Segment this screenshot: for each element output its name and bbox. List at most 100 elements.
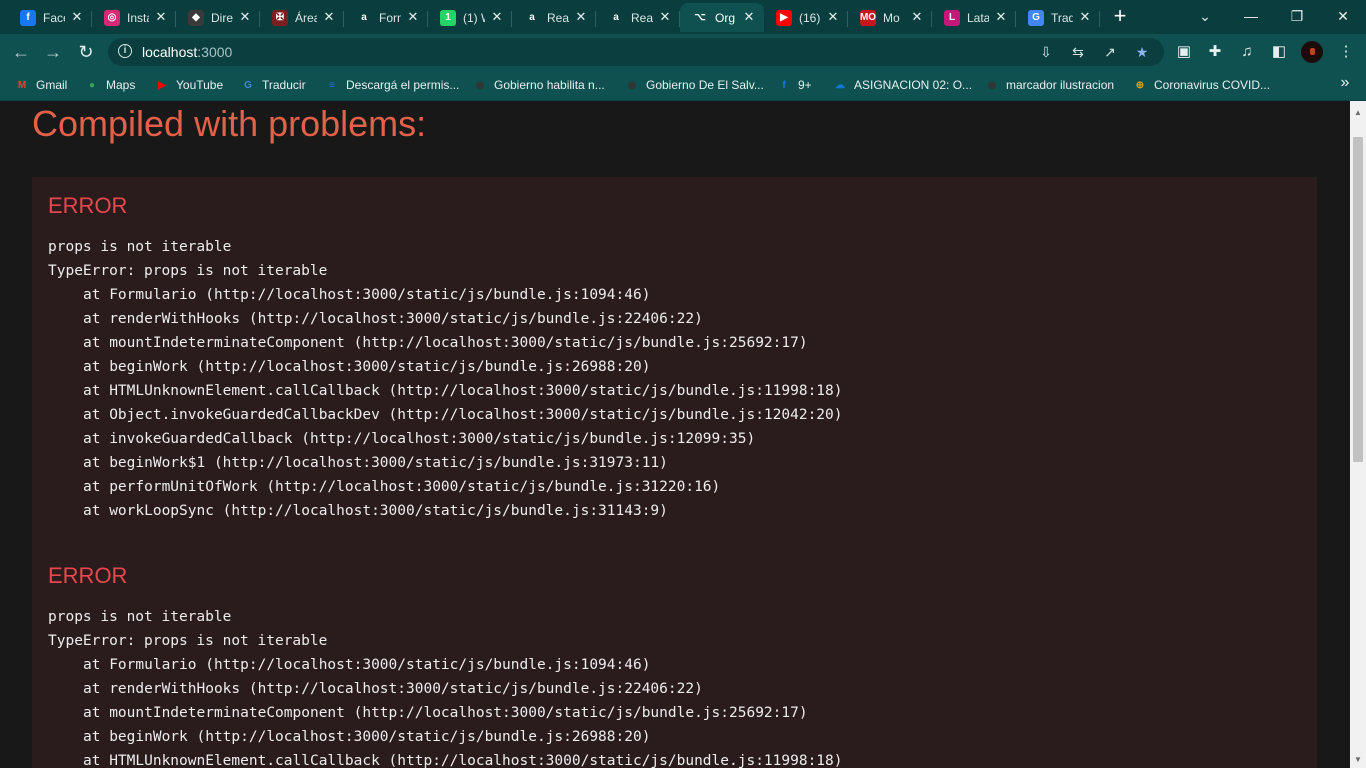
- stack-frame-line: at beginWork (http://localhost:3000/stat…: [83, 729, 651, 745]
- minimize-button[interactable]: —: [1228, 0, 1274, 32]
- tab-1[interactable]: ◎ Insta ✕: [92, 3, 176, 32]
- stack-frame-line: at HTMLUnknownElement.callCallback (http…: [83, 753, 843, 768]
- scroll-down-icon[interactable]: ▼: [1350, 752, 1366, 768]
- side-panel-icon[interactable]: ◧: [1269, 42, 1289, 62]
- tab-0[interactable]: f Face ✕: [8, 3, 92, 32]
- browser-toolbar: ← → ↻ i localhost:3000 ⇩ ⇆ ↗ ★ ▣ ✚ ♫ ◧ ⋮: [0, 34, 1366, 70]
- close-tab-icon[interactable]: ✕: [322, 9, 336, 25]
- tab-6[interactable]: a Rea ✕: [512, 3, 596, 32]
- bookmark-item[interactable]: ◉ Gobierno habilita n...: [472, 76, 605, 94]
- tab-title: Direc: [211, 10, 233, 25]
- error-type-line: TypeError: props is not iterable: [48, 263, 328, 279]
- globe-icon: ◉: [987, 79, 997, 91]
- close-tab-icon[interactable]: ✕: [1078, 9, 1092, 25]
- new-tab-button[interactable]: +: [1108, 4, 1132, 28]
- amino-icon: a: [608, 9, 624, 26]
- stack-frame-line: at Formulario (http://localhost:3000/sta…: [83, 657, 651, 673]
- error-block: ERROR props is not iterable TypeError: p…: [48, 563, 843, 768]
- bookmark-label: ASIGNACION 02: O...: [854, 78, 973, 92]
- media-router-icon[interactable]: ▣: [1174, 42, 1194, 62]
- scroll-up-icon[interactable]: ▲: [1350, 105, 1366, 121]
- maps-icon: ●: [88, 79, 96, 91]
- restore-button[interactable]: ❐: [1274, 0, 1320, 32]
- close-tab-icon[interactable]: ✕: [910, 9, 924, 25]
- close-tab-icon[interactable]: ✕: [406, 9, 420, 25]
- media-controls-icon[interactable]: ♫: [1237, 42, 1257, 62]
- translate-icon[interactable]: ⇆: [1070, 44, 1086, 60]
- tab-7[interactable]: a Rea ✕: [596, 3, 680, 32]
- stack-frame-line: at invokeGuardedCallback (http://localho…: [83, 431, 756, 447]
- forward-button[interactable]: →: [40, 39, 66, 65]
- bookmark-label: Gobierno habilita n...: [494, 78, 605, 92]
- youtube-icon: ▶: [776, 9, 792, 26]
- tab-10[interactable]: MO Mo ✕: [848, 3, 932, 32]
- stack-frame-line: at mountIndeterminateComponent (http://l…: [83, 335, 808, 351]
- close-tab-icon[interactable]: ✕: [490, 9, 504, 25]
- avatar[interactable]: [1301, 41, 1323, 63]
- amino-icon: a: [356, 9, 372, 26]
- tab-9[interactable]: ▶ (16) ✕: [764, 3, 848, 32]
- crest-icon: ✠: [272, 9, 288, 26]
- tab-11[interactable]: L Lata ✕: [932, 3, 1016, 32]
- bookmark-item[interactable]: G Traducir: [240, 76, 305, 94]
- bookmark-label: Descargá el permis...: [346, 78, 460, 92]
- bookmark-item[interactable]: f 9+: [776, 76, 811, 94]
- more-bookmarks-icon[interactable]: »: [1334, 74, 1356, 92]
- whatsapp-icon: 1: [440, 9, 456, 26]
- close-tab-icon[interactable]: ✕: [658, 9, 672, 25]
- tab-title: Face: [43, 10, 65, 25]
- stack-frame-line: at renderWithHooks (http://localhost:300…: [83, 311, 703, 327]
- bookmark-item[interactable]: M Gmail: [14, 76, 68, 94]
- close-tab-icon[interactable]: ✕: [742, 9, 756, 25]
- install-app-icon[interactable]: ⇩: [1038, 44, 1054, 60]
- close-tab-icon[interactable]: ✕: [154, 9, 168, 25]
- bookmark-item[interactable]: ☁ ASIGNACION 02: O...: [832, 76, 972, 94]
- error-message: props is not iterable: [48, 239, 232, 255]
- info-icon[interactable]: i: [118, 44, 132, 58]
- bookmark-item[interactable]: ● Maps: [84, 76, 135, 94]
- tab-4[interactable]: a Form ✕: [344, 3, 428, 32]
- window-close-button[interactable]: ✕: [1320, 0, 1366, 32]
- onedrive-icon: ☁: [835, 79, 845, 91]
- stack-frame-line: at performUnitOfWork (http://localhost:3…: [83, 479, 721, 495]
- tab-title: (1) W: [463, 10, 485, 25]
- tab-12[interactable]: G Trad ✕: [1016, 3, 1100, 32]
- menu-icon[interactable]: ⋮: [1336, 42, 1356, 62]
- bookmark-item[interactable]: ⊕ Coronavirus COVID...: [1132, 76, 1270, 94]
- scrollbar-thumb[interactable]: [1353, 137, 1363, 462]
- url-text[interactable]: localhost:3000: [142, 44, 232, 60]
- close-tab-icon[interactable]: ✕: [826, 9, 840, 25]
- stack-frame-line: at beginWork$1 (http://localhost:3000/st…: [83, 455, 668, 471]
- bookmarks-bar: M Gmail ● Maps ▶ YouTube G Traducir ≡ Descargá el…: [0, 70, 1366, 101]
- tab-8[interactable]: ⌥ Org ✕: [680, 3, 764, 32]
- tab-search-button[interactable]: ⌄: [1182, 0, 1228, 32]
- tab-3[interactable]: ✠ Área ✕: [260, 3, 344, 32]
- reload-button[interactable]: ↻: [73, 39, 99, 65]
- bookmark-item[interactable]: ▶ YouTube: [154, 76, 223, 94]
- close-tab-icon[interactable]: ✕: [238, 9, 252, 25]
- share-icon[interactable]: ↗: [1102, 44, 1118, 60]
- error-heading: ERROR: [48, 193, 128, 218]
- bookmark-item[interactable]: ◉ Gobierno De El Salv...: [624, 76, 764, 94]
- address-bar[interactable]: i localhost:3000 ⇩ ⇆ ↗ ★: [108, 38, 1164, 66]
- tab-title: Lata: [967, 10, 989, 25]
- close-tab-icon[interactable]: ✕: [70, 9, 84, 25]
- bookmark-star-icon[interactable]: ★: [1134, 44, 1150, 60]
- vertical-scrollbar[interactable]: ▲ ▼: [1350, 101, 1366, 768]
- bookmark-label: Maps: [106, 78, 136, 92]
- back-button[interactable]: ←: [8, 39, 34, 65]
- extensions-icon[interactable]: ✚: [1205, 42, 1225, 62]
- bookmark-item[interactable]: ◉ marcador ilustracion: [984, 76, 1114, 94]
- error-overlay-panel: ERROR props is not iterable TypeError: p…: [32, 177, 1317, 768]
- close-tab-icon[interactable]: ✕: [574, 9, 588, 25]
- translate-icon: G: [244, 79, 252, 91]
- tab-5[interactable]: 1 (1) W ✕: [428, 3, 512, 32]
- mo-icon: MO: [860, 9, 876, 26]
- reload-icon: ↻: [78, 41, 94, 62]
- tab-2[interactable]: ◆ Direc ✕: [176, 3, 260, 32]
- bookmark-item[interactable]: ≡ Descargá el permis...: [324, 76, 459, 94]
- tab-title: Trad: [1051, 10, 1073, 25]
- tab-title: Insta: [127, 10, 149, 25]
- close-tab-icon[interactable]: ✕: [994, 9, 1008, 25]
- error-type-line: TypeError: props is not iterable: [48, 633, 328, 649]
